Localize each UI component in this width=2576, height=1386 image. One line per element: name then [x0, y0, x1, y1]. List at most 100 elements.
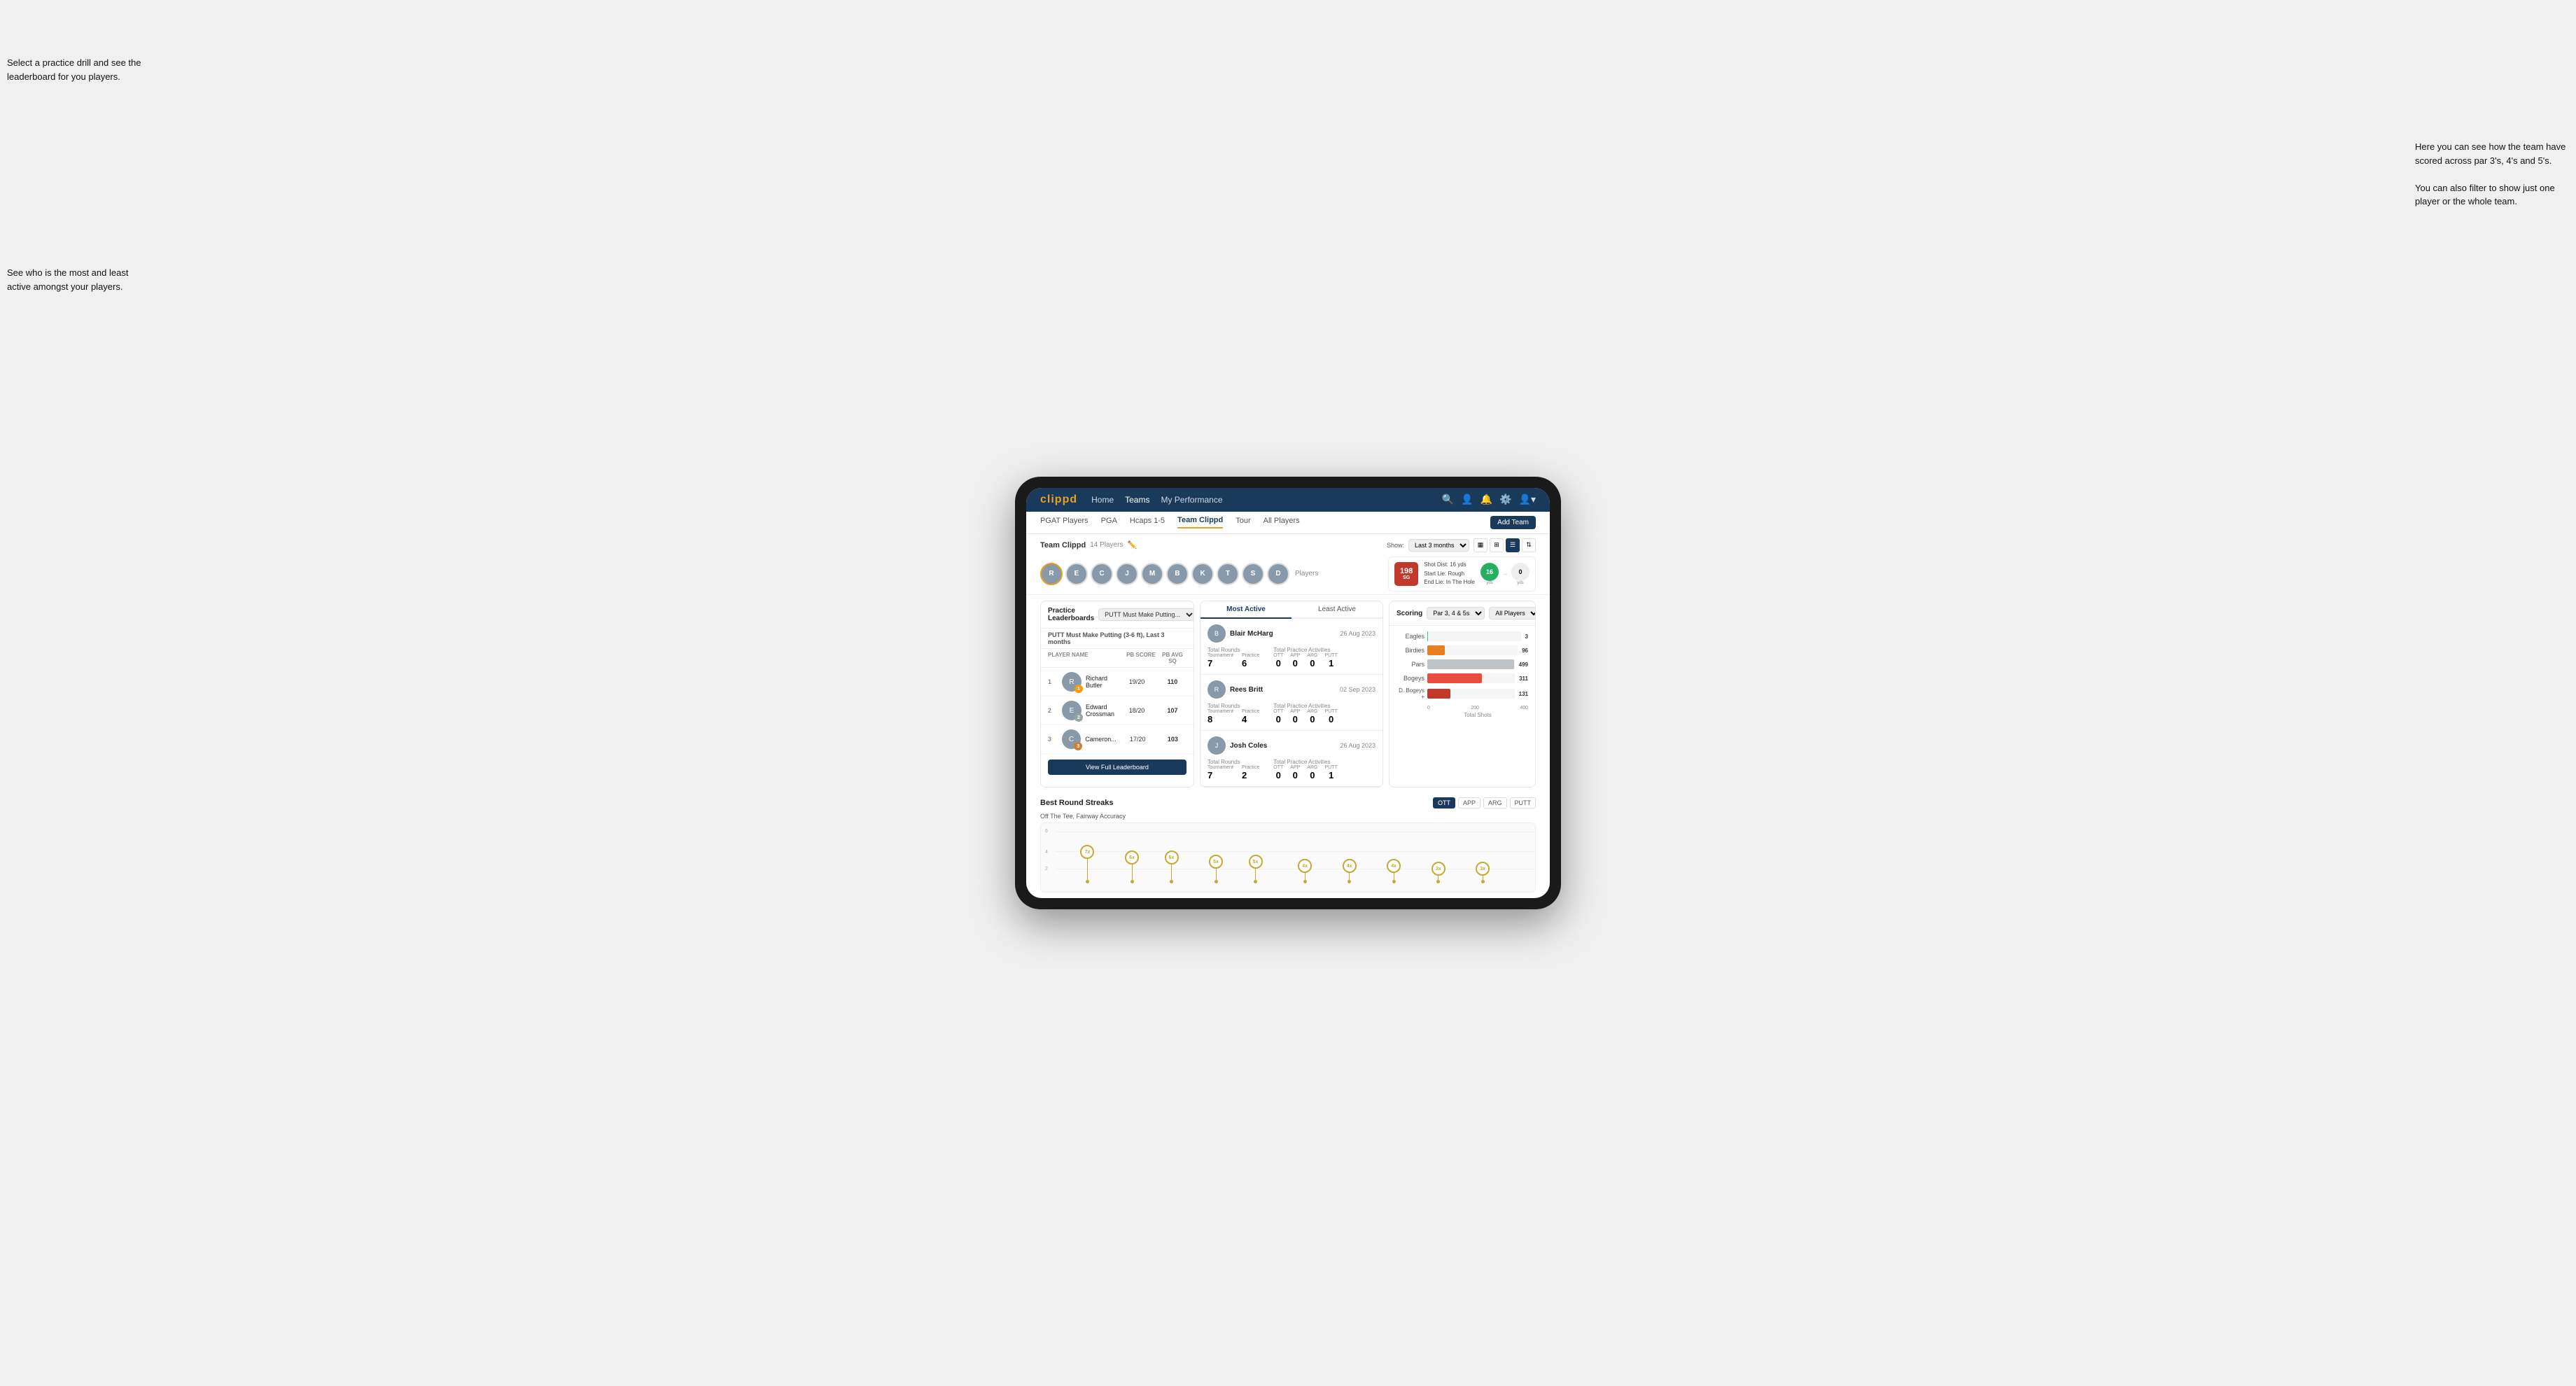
nav-icons: 🔍 👤 🔔 ⚙️ 👤▾: [1442, 493, 1536, 505]
streak-line-1: [1087, 859, 1088, 880]
table-row: 2 E 2 Edward Crossman 18/20 107: [1041, 696, 1194, 725]
bar-row-eagles: Eagles 3: [1396, 631, 1528, 641]
shot-yds-left: 16: [1480, 563, 1499, 581]
view-filter-btn[interactable]: ⇅: [1522, 538, 1536, 552]
streak-filter-app[interactable]: APP: [1458, 797, 1480, 808]
avatar-1[interactable]: R: [1040, 563, 1063, 585]
avatar-icon[interactable]: 👤▾: [1519, 493, 1536, 505]
active-tabs: Most Active Least Active: [1200, 601, 1382, 619]
chart-axis: 0 200 400: [1396, 704, 1528, 710]
scoring-players-filter[interactable]: All Players: [1489, 607, 1536, 620]
streaks-subtitle: Off The Tee, Fairway Accuracy: [1040, 813, 1536, 820]
view-icons: ▦ ⊞ ☰ ⇅: [1474, 538, 1536, 552]
show-select[interactable]: Last 3 months: [1408, 539, 1469, 552]
streaks-section: Best Round Streaks OTT APP ARG PUTT Off …: [1040, 793, 1536, 892]
sub-nav-pga[interactable]: PGA: [1101, 517, 1117, 528]
pa-avatar-1: B: [1208, 624, 1226, 643]
sub-nav-tour[interactable]: Tour: [1236, 517, 1250, 528]
streaks-title: Best Round Streaks: [1040, 799, 1114, 807]
streak-dot-10: [1481, 880, 1485, 883]
avatar-8[interactable]: T: [1217, 563, 1239, 585]
streak-circle-3: 6x: [1165, 850, 1179, 864]
nav-link-teams[interactable]: Teams: [1125, 495, 1149, 505]
bar-fill-dbogeys: [1427, 689, 1450, 699]
y-axis-label-3: 2: [1045, 867, 1048, 872]
streak-filter-arg[interactable]: ARG: [1483, 797, 1507, 808]
avatar-6[interactable]: B: [1166, 563, 1189, 585]
sub-nav-pgat[interactable]: PGAT Players: [1040, 517, 1088, 528]
drill-select[interactable]: PUTT Must Make Putting...: [1098, 608, 1194, 621]
view-grid-btn[interactable]: ▦: [1474, 538, 1488, 552]
bar-row-pars: Pars 499: [1396, 659, 1528, 669]
view-grid2-btn[interactable]: ⊞: [1490, 538, 1504, 552]
view-list-btn[interactable]: ☰: [1506, 538, 1520, 552]
search-icon[interactable]: 🔍: [1442, 493, 1454, 505]
avatar-7[interactable]: K: [1191, 563, 1214, 585]
streak-dot-3: [1170, 880, 1173, 883]
pa-avatar-2: R: [1208, 680, 1226, 699]
streaks-filter-group: OTT APP ARG PUTT: [1433, 797, 1536, 808]
scoring-header: Scoring Par 3, 4 & 5s All Players: [1390, 601, 1535, 626]
players-label: Players: [1295, 570, 1318, 578]
bar-chart: Eagles 3 Birdies 96: [1390, 626, 1535, 724]
streak-filter-putt[interactable]: PUTT: [1510, 797, 1536, 808]
nav-link-performance[interactable]: My Performance: [1161, 495, 1222, 505]
table-header: PLAYER NAME PB SCORE PB AVG SQ: [1041, 649, 1194, 668]
streak-circle-8: 4x: [1387, 859, 1401, 873]
avatar-4[interactable]: J: [1116, 563, 1138, 585]
bar-track-dbogeys: [1427, 689, 1515, 699]
nav-link-home[interactable]: Home: [1091, 495, 1114, 505]
view-full-leaderboard-button[interactable]: View Full Leaderboard: [1048, 760, 1186, 775]
streak-pin-6: 4x: [1298, 859, 1312, 883]
avatar-3[interactable]: C: [1091, 563, 1113, 585]
team-header: Team Clippd 14 Players ✏️ Show: Last 3 m…: [1026, 534, 1550, 554]
player-avatar-3: C 3: [1062, 729, 1081, 749]
pa-avatar-3: J: [1208, 736, 1226, 755]
streak-dot-4: [1214, 880, 1218, 883]
settings-icon[interactable]: ⚙️: [1499, 493, 1511, 505]
most-active-card: Most Active Least Active B Blair McHarg …: [1200, 601, 1383, 788]
bar-track-birdies: [1427, 645, 1518, 655]
streak-filter-ott[interactable]: OTT: [1433, 797, 1455, 808]
bar-row-dbogeys: D. Bogeys + 131: [1396, 687, 1528, 700]
bell-icon[interactable]: 🔔: [1480, 493, 1492, 505]
team-player-count: 14 Players: [1090, 541, 1123, 549]
streak-line-7: [1349, 873, 1350, 880]
drill-subtitle: PUTT Must Make Putting (3-6 ft), Last 3 …: [1041, 629, 1194, 649]
medal-gold: 1: [1074, 685, 1083, 693]
sub-nav-all-players[interactable]: All Players: [1264, 517, 1300, 528]
medal-silver: 2: [1074, 713, 1083, 722]
leaderboard-header: Practice Leaderboards PUTT Must Make Put…: [1041, 601, 1194, 629]
pa-header-2: R Rees Britt 02 Sep 2023: [1208, 680, 1376, 699]
shot-circles: 16 yds → 0 yds: [1480, 563, 1530, 585]
pa-stats-3: Total Rounds Tournament 7 Practice 2: [1208, 759, 1376, 780]
player-avatar-2: E 2: [1062, 701, 1082, 720]
tab-most-active[interactable]: Most Active: [1200, 601, 1292, 619]
streak-circle-1: 7x: [1080, 845, 1094, 859]
team-controls: Show: Last 3 months ▦ ⊞ ☰ ⇅: [1387, 538, 1536, 552]
pa-header-3: J Josh Coles 26 Aug 2023: [1208, 736, 1376, 755]
streak-line-4: [1216, 869, 1217, 880]
avatar-2[interactable]: E: [1065, 563, 1088, 585]
avatar-9[interactable]: S: [1242, 563, 1264, 585]
streak-dot-5: [1254, 880, 1257, 883]
edit-icon[interactable]: ✏️: [1127, 540, 1137, 550]
add-team-button[interactable]: Add Team: [1490, 516, 1536, 529]
y-axis-label-2: 4: [1045, 850, 1048, 855]
show-label: Show:: [1387, 542, 1404, 549]
scoring-par-filter[interactable]: Par 3, 4 & 5s: [1427, 607, 1485, 620]
leaderboard-card: Practice Leaderboards PUTT Must Make Put…: [1040, 601, 1194, 788]
nav-bar: clippd Home Teams My Performance 🔍 👤 🔔 ⚙…: [1026, 488, 1550, 512]
streak-pin-10: 3x: [1476, 862, 1490, 883]
streak-line-6: [1305, 873, 1306, 880]
pa-stats-1: Total Rounds Tournament 7 Practice 6: [1208, 647, 1376, 668]
user-icon[interactable]: 👤: [1461, 493, 1473, 505]
main-content: Practice Leaderboards PUTT Must Make Put…: [1026, 595, 1550, 793]
annotation-bottom-left: See who is the most and least active amo…: [7, 266, 147, 293]
avatar-5[interactable]: M: [1141, 563, 1163, 585]
tab-least-active[interactable]: Least Active: [1292, 601, 1382, 619]
annotation-right: Here you can see how the team have score…: [2415, 140, 2569, 209]
avatar-10[interactable]: D: [1267, 563, 1289, 585]
sub-nav-team-clippd[interactable]: Team Clippd: [1177, 516, 1223, 528]
sub-nav-hcaps[interactable]: Hcaps 1-5: [1130, 517, 1165, 528]
